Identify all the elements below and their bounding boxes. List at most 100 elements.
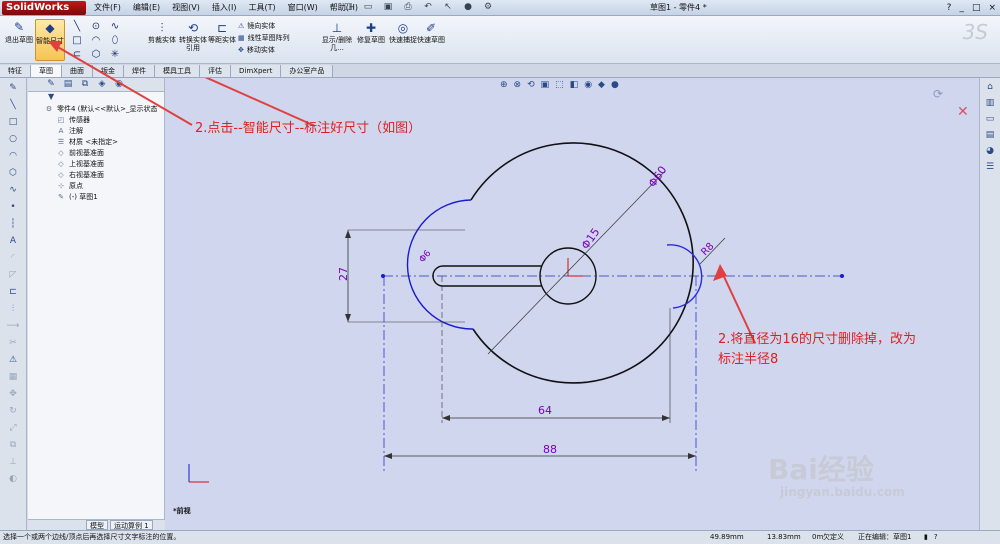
split-icon[interactable]: ✂ <box>4 336 22 350</box>
tab-sheet-metal[interactable]: 钣金 <box>93 65 124 77</box>
ellipse-icon[interactable]: ⬯ <box>106 34 124 47</box>
menu-edit[interactable]: 编辑(E) <box>127 1 166 15</box>
fillet-icon[interactable]: ◜ <box>4 251 22 265</box>
resources-icon[interactable]: ⌂ <box>983 81 997 94</box>
smart-dimension-button[interactable]: ◆ 智能尺寸 <box>35 19 65 61</box>
dim-w64[interactable]: 64 <box>538 404 552 417</box>
tab-dimxpert[interactable]: DimXpert <box>231 65 282 77</box>
tree-item[interactable]: ✎ (-) 草图1 <box>44 192 164 203</box>
extend-icon[interactable]: ⟶ <box>4 319 22 333</box>
feature-tree-tab-icon[interactable]: ✎ <box>44 78 58 91</box>
print-icon[interactable]: ⎙ <box>400 1 416 14</box>
help-button[interactable]: ? <box>947 1 952 15</box>
select-icon[interactable]: ↖ <box>440 1 456 14</box>
circle-icon[interactable]: ○ <box>4 132 22 146</box>
offset-icon[interactable]: ⊏ <box>4 285 22 299</box>
arc-icon[interactable]: ◠ <box>4 149 22 163</box>
dim-r8[interactable]: R8 <box>699 241 716 258</box>
tab-office[interactable]: 办公室产品 <box>281 65 334 77</box>
move-icon[interactable]: ✥ <box>4 387 22 401</box>
circle-icon[interactable]: ⊙ <box>87 20 105 33</box>
dim-d15[interactable]: Φ15 <box>579 226 603 252</box>
close-button[interactable]: × <box>988 1 996 15</box>
repair-sketch-button[interactable]: ✚ 修复草图 <box>354 20 388 44</box>
menu-window[interactable]: 窗口(W) <box>282 1 324 15</box>
tree-item[interactable]: ◇ 前视基准面 <box>44 148 164 159</box>
show-delete-relations-button[interactable]: ⊥ 显示/删除几... <box>320 20 354 52</box>
centerline-icon[interactable]: ┆ <box>4 217 22 231</box>
help-status-icon[interactable]: ? <box>934 531 938 544</box>
undo-icon[interactable]: ↶ <box>420 1 436 14</box>
save-icon[interactable]: ▣ <box>380 1 396 14</box>
config-tab-icon[interactable]: ⧉ <box>78 78 92 91</box>
dim-w88[interactable]: 88 <box>543 443 557 456</box>
file-explorer-icon[interactable]: ▭ <box>983 113 997 126</box>
scale-icon[interactable]: ⤢ <box>4 421 22 435</box>
menu-file[interactable]: 文件(F) <box>88 1 127 15</box>
appearances-icon[interactable]: ◕ <box>983 145 997 158</box>
rebuild-status-icon[interactable]: ▮ <box>924 531 928 544</box>
tab-weldments[interactable]: 焊件 <box>124 65 155 77</box>
dim-h27[interactable]: 27 <box>337 267 350 281</box>
design-library-icon[interactable]: ▥ <box>983 97 997 110</box>
sketch-confirm-icon[interactable]: ⟳ <box>933 87 943 101</box>
mirror-button[interactable]: ⚠ 镜向实体 <box>238 20 290 32</box>
offset-button[interactable]: ⊏ 等距实体 <box>205 20 239 44</box>
rotate-icon[interactable]: ↻ <box>4 404 22 418</box>
chamfer-icon[interactable]: ◸ <box>4 268 22 282</box>
tree-item[interactable]: ◇ 右视基准面 <box>44 170 164 181</box>
polygon-icon[interactable]: ⬡ <box>4 166 22 180</box>
new-icon[interactable]: □ <box>340 1 356 14</box>
polygon-icon[interactable]: ⬡ <box>87 48 105 61</box>
mirror-icon[interactable]: ⚠ <box>4 353 22 367</box>
menu-tools[interactable]: 工具(T) <box>242 1 281 15</box>
line-icon[interactable]: ╲ <box>4 98 22 112</box>
trim-button[interactable]: ⫶ 剪裁实体 <box>145 20 179 44</box>
sketch-icon[interactable]: ✎ <box>4 81 22 95</box>
tree-item[interactable]: ☰ 材质 <未指定> <box>44 137 164 148</box>
pattern-icon[interactable]: ▦ <box>4 370 22 384</box>
linear-pattern-button[interactable]: ▦ 线性草图阵列 <box>238 32 290 44</box>
tab-mold-tools[interactable]: 模具工具 <box>155 65 200 77</box>
tab-model[interactable]: 模型 <box>86 520 108 530</box>
tree-item[interactable]: ◰ 传感器 <box>44 115 164 126</box>
rectangle-icon[interactable]: □ <box>4 115 22 129</box>
point-icon[interactable]: • <box>4 200 22 214</box>
dimxpert-tab-icon[interactable]: ◈ <box>95 78 109 91</box>
solidworks-logo[interactable]: SolidWorks <box>2 1 86 15</box>
display-tab-icon[interactable]: ◉ <box>112 78 126 91</box>
tree-item[interactable]: ⊹ 原点 <box>44 181 164 192</box>
tree-item[interactable]: ◇ 上视基准面 <box>44 159 164 170</box>
rebuild-icon[interactable]: ● <box>460 1 476 14</box>
options-icon[interactable]: ⚙ <box>480 1 496 14</box>
rapid-sketch-button[interactable]: ✐ 快速草图 <box>414 20 448 44</box>
dim-d6[interactable]: Φ6 <box>418 248 434 264</box>
property-tab-icon[interactable]: ▤ <box>61 78 75 91</box>
exit-sketch-button[interactable]: ✎ 退出草图 <box>4 19 34 61</box>
copy-icon[interactable]: ⧉ <box>4 438 22 452</box>
tab-features[interactable]: 特征 <box>0 65 31 77</box>
tree-item[interactable]: A 注解 <box>44 126 164 137</box>
spline-icon[interactable]: ∿ <box>4 183 22 197</box>
tab-evaluate[interactable]: 评估 <box>200 65 231 77</box>
tab-surfaces[interactable]: 曲面 <box>62 65 93 77</box>
custom-properties-icon[interactable]: ☰ <box>983 161 997 174</box>
rectangle-icon[interactable]: □ <box>68 34 86 47</box>
tree-part-root[interactable]: ⚙ 零件4 (默认<<默认>_显示状态 <box>44 104 164 115</box>
minimize-button[interactable]: _ <box>959 1 964 15</box>
maximize-button[interactable]: □ <box>972 1 981 15</box>
tab-sketch[interactable]: 草图 <box>31 65 62 77</box>
text-icon[interactable]: A <box>4 234 22 248</box>
line-icon[interactable]: ╲ <box>68 20 86 33</box>
cancel-sketch-icon[interactable]: ✕ <box>957 104 969 120</box>
slot-icon[interactable]: ⊂ <box>68 48 86 61</box>
point-icon[interactable]: ✳ <box>106 48 124 61</box>
display-icon[interactable]: ◐ <box>4 472 22 486</box>
move-button[interactable]: ✥ 移动实体 <box>238 44 290 56</box>
relation-icon[interactable]: ⊥ <box>4 455 22 469</box>
open-icon[interactable]: ▭ <box>360 1 376 14</box>
trim-icon[interactable]: ⫶ <box>4 302 22 316</box>
menu-view[interactable]: 视图(V) <box>166 1 206 15</box>
arc-icon[interactable]: ◠ <box>87 34 105 47</box>
menu-insert[interactable]: 插入(I) <box>206 1 243 15</box>
